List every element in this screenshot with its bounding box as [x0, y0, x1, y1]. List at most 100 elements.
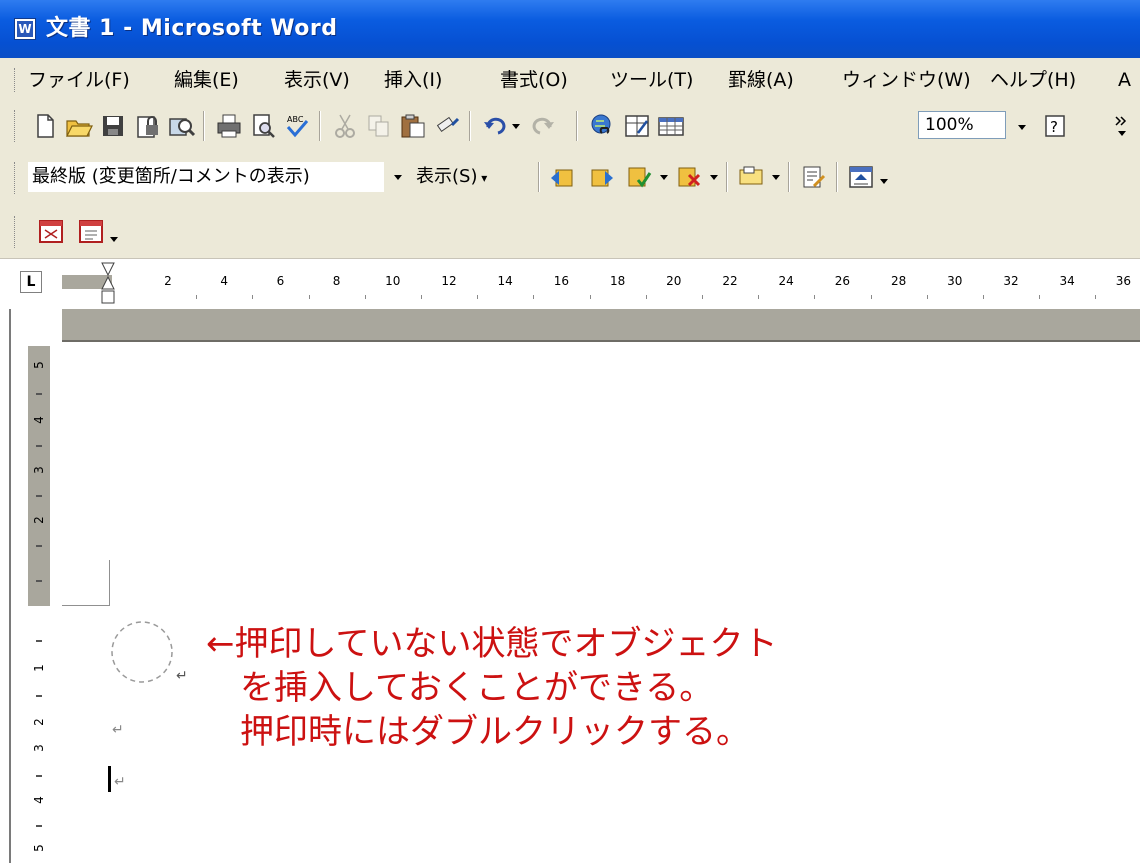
- permission-icon[interactable]: [132, 111, 162, 141]
- vertical-ruler-number: 3: [32, 744, 46, 752]
- stamp-options-icon[interactable]: [76, 216, 106, 246]
- ruler-number: 34: [1059, 274, 1075, 288]
- ruler-number: 2: [164, 274, 172, 288]
- standard-toolbar: ABC 100% ?: [0, 102, 1140, 150]
- insert-table-icon[interactable]: [656, 111, 686, 141]
- ruler-tick: [477, 295, 479, 299]
- ruler-tick: [1095, 295, 1097, 299]
- vertical-ruler-number: 1: [32, 664, 46, 672]
- ruler-tick: [758, 295, 760, 299]
- toolbar-separator: [576, 111, 578, 141]
- ruler-tick: [308, 295, 310, 299]
- menu-window[interactable]: ウィンドウ(W): [842, 68, 971, 92]
- ruler-number: 4: [220, 274, 229, 288]
- undo-icon[interactable]: [480, 111, 510, 141]
- reject-dropdown-arrow[interactable]: [710, 175, 718, 180]
- ruler-tick: [589, 295, 591, 299]
- spelling-check-icon[interactable]: ABC: [282, 111, 312, 141]
- menu-edit[interactable]: 編集(E): [174, 68, 239, 92]
- stamp-icon[interactable]: [36, 216, 66, 246]
- toolbar-grip[interactable]: [14, 110, 18, 142]
- toolbar-separator: [788, 162, 790, 192]
- vertical-ruler-number: 2: [32, 718, 46, 726]
- print-preview-icon[interactable]: [248, 111, 278, 141]
- menu-more[interactable]: A: [1118, 68, 1131, 92]
- cut-icon[interactable]: [330, 111, 360, 141]
- toolbar-grip[interactable]: [14, 216, 18, 248]
- redo-icon[interactable]: [528, 111, 558, 141]
- ruler-tick: [814, 295, 816, 299]
- annotation-text: ←押印していない状態でオブジェクト を挿入しておくことができる。 押印時にはダブ…: [206, 622, 777, 754]
- annotation-line: ←押印していない状態でオブジェクト: [206, 624, 778, 664]
- ruler-tick: [926, 295, 928, 299]
- copy-icon[interactable]: [364, 111, 394, 141]
- display-for-review-combobox[interactable]: 最終版 (変更箇所/コメントの表示): [28, 162, 384, 192]
- reviewing-pane-icon[interactable]: [846, 162, 876, 192]
- menu-view[interactable]: 表示(V): [284, 68, 350, 92]
- accept-dropdown-arrow[interactable]: [660, 175, 668, 180]
- open-folder-icon[interactable]: [64, 111, 94, 141]
- ruler-number: 16: [553, 274, 570, 288]
- next-change-icon[interactable]: [586, 162, 616, 192]
- save-icon[interactable]: [98, 111, 128, 141]
- vertical-ruler-tick: [36, 393, 42, 395]
- show-menu-label: 表示(S): [416, 166, 478, 187]
- comment-dropdown-arrow[interactable]: [772, 175, 780, 180]
- ruler-number: 10: [385, 274, 401, 288]
- vertical-ruler-tick: [36, 545, 42, 547]
- tables-borders-icon[interactable]: [622, 111, 652, 141]
- new-document-icon[interactable]: [30, 111, 60, 141]
- toolbar-separator: [469, 111, 471, 141]
- word-document-icon[interactable]: W: [14, 18, 36, 40]
- svg-text:ABC: ABC: [287, 115, 304, 124]
- toolbar-grip[interactable]: [14, 162, 18, 194]
- print-icon[interactable]: [214, 111, 244, 141]
- vertical-ruler-number: 5: [32, 361, 46, 369]
- show-menu-button[interactable]: 表示(S) ▾: [416, 162, 487, 193]
- ruler-tick: [982, 295, 984, 299]
- vertical-ruler-tick: [36, 445, 42, 447]
- zoom-combobox[interactable]: 100%: [918, 111, 1006, 139]
- paste-icon[interactable]: [398, 111, 428, 141]
- reject-change-icon[interactable]: [674, 162, 704, 192]
- format-painter-icon[interactable]: [432, 111, 462, 141]
- menu-help[interactable]: ヘルプ(H): [990, 68, 1076, 92]
- menu-insert[interactable]: 挿入(I): [384, 68, 442, 92]
- ruler-tick: [420, 295, 422, 299]
- ruler-tick: [701, 295, 703, 299]
- track-changes-icon[interactable]: [798, 162, 828, 192]
- menu-table[interactable]: 罫線(A): [728, 68, 794, 92]
- reviewing-toolbar: 最終版 (変更箇所/コメントの表示) 表示(S) ▾: [0, 150, 1140, 206]
- annotation-line: 押印時にはダブルクリックする。: [206, 712, 750, 752]
- zoom-dropdown-arrow[interactable]: [1018, 125, 1026, 130]
- tab-selector-button[interactable]: L: [20, 271, 42, 293]
- page-corner-mark: [62, 605, 109, 606]
- menu-format[interactable]: 書式(O): [500, 68, 568, 92]
- document-page[interactable]: ↵ ↵ ↵: [62, 342, 1140, 863]
- ruler-tick: [645, 295, 647, 299]
- toolbar-options-icon[interactable]: [1112, 111, 1132, 141]
- new-comment-icon[interactable]: [736, 162, 766, 192]
- display-mode-dropdown-arrow[interactable]: [394, 175, 402, 180]
- menu-grip[interactable]: [14, 68, 18, 92]
- window-left-border: [9, 309, 11, 863]
- hyperlink-icon[interactable]: [588, 111, 618, 141]
- page-top-margin-area: [62, 309, 1140, 342]
- undo-dropdown-arrow[interactable]: [512, 124, 520, 129]
- horizontal-ruler[interactable]: L 2 4 6 8 10 12 14 16 18 20 22 24 26 28 30 32 34 36: [0, 259, 1140, 309]
- stamp-placeholder-object[interactable]: [108, 618, 182, 692]
- stamp-toolbar: [0, 206, 1140, 259]
- menu-file[interactable]: ファイル(F): [28, 68, 130, 92]
- indent-marker-icon[interactable]: [100, 261, 116, 307]
- vertical-ruler-tick: [36, 695, 42, 697]
- reviewing-pane-dropdown-arrow[interactable]: [880, 179, 888, 184]
- accept-change-icon[interactable]: [624, 162, 654, 192]
- research-icon[interactable]: [166, 111, 196, 141]
- stamp-options-dropdown-arrow[interactable]: [110, 237, 118, 242]
- help-icon[interactable]: ?: [1040, 111, 1070, 141]
- title-bar[interactable]: W 文書 1 - Microsoft Word: [0, 0, 1140, 58]
- menu-tools[interactable]: ツール(T): [610, 68, 693, 92]
- window-title: 文書 1 - Microsoft Word: [46, 16, 338, 41]
- ruler-tick: [533, 295, 535, 299]
- previous-change-icon[interactable]: [548, 162, 578, 192]
